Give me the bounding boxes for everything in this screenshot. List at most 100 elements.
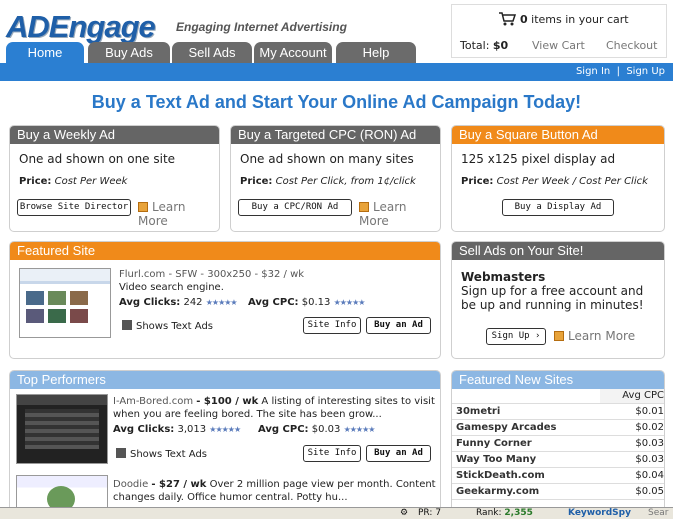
offer-cpc: Buy a Targeted CPC (RON) Ad One ad shown… <box>230 125 441 232</box>
top-item-2-name[interactable]: Doodie <box>113 479 148 490</box>
featured-new-sites-table: Avg CPC 30metri $0.01 Gamespy Arcades $0.0… <box>452 389 664 500</box>
featured-new-sites-box: Featured New Sites Avg CPC 30metri $0.01 … <box>451 370 665 515</box>
rating-stars-icon: ★★★★★ <box>333 298 366 307</box>
top-performers-title: Top Performers <box>10 371 440 389</box>
featured-avg-cpc: Avg CPC: $0.13 ★★★★★ <box>248 297 366 308</box>
status-search-input[interactable]: Sear <box>648 508 668 518</box>
featured-site-desc: Video search engine. <box>119 282 224 293</box>
logo[interactable]: ADEngage <box>6 6 156 44</box>
top-item-1-site-info-button[interactable]: Site Info <box>303 445 361 462</box>
top-item-1-avg-cpc: Avg CPC: $0.03 ★★★★★ <box>258 424 376 435</box>
status-gear-icon[interactable]: ⚙ <box>400 508 408 518</box>
table-row[interactable]: Gamespy Arcades $0.02 <box>452 419 664 436</box>
buy-display-ad-button[interactable]: Buy a Display Ad <box>502 199 614 216</box>
top-item-1-shows-text-ads: Shows Text Ads <box>116 448 207 460</box>
table-row[interactable]: Geekarmy.com $0.05 <box>452 483 664 500</box>
offer-cpc-desc: One ad shown on many sites <box>240 152 414 166</box>
chevron-right-icon: › <box>534 331 541 341</box>
help-icon <box>359 202 369 212</box>
featured-shows-text-ads: Shows Text Ads <box>122 320 213 332</box>
featured-site-box: Featured Site Flurl.com - SFW - 300x250 … <box>9 241 441 359</box>
page-headline: Buy a Text Ad and Start Your Online Ad C… <box>91 92 582 112</box>
tagline: Engaging Internet Advertising <box>176 20 347 34</box>
cart-count-label: items in your cart <box>531 13 629 26</box>
site-name[interactable]: Gamespy Arcades <box>452 419 601 436</box>
cart-total: Total: $0 <box>460 39 508 52</box>
tab-buy-ads[interactable]: Buy Ads <box>88 42 170 64</box>
text-ads-icon <box>122 320 132 330</box>
cart-count: 0 <box>520 13 528 26</box>
offer-weekly-title: Buy a Weekly Ad <box>10 126 219 144</box>
tab-sell-ads[interactable]: Sell Ads <box>172 42 252 64</box>
learn-more-label: Learn More <box>568 329 636 343</box>
sign-in-link[interactable]: Sign In <box>576 66 610 77</box>
table-row[interactable]: StickDeath.com $0.04 <box>452 467 664 484</box>
site-name[interactable]: StickDeath.com <box>452 467 601 484</box>
top-item-1-avg-clicks: Avg Clicks: 3,013 ★★★★★ <box>113 424 241 435</box>
featured-site-thumbnail[interactable] <box>19 268 111 338</box>
site-name[interactable]: Geekarmy.com <box>452 483 601 500</box>
top-performers-box: Top Performers I-Am-Bored.com - $100 / w… <box>9 370 441 515</box>
tab-home[interactable]: Home <box>6 42 84 64</box>
avg-cpc-header: Avg CPC <box>600 389 664 404</box>
site-name[interactable]: Way Too Many <box>452 451 601 468</box>
table-row[interactable]: Way Too Many $0.03 <box>452 451 664 468</box>
tab-my-account[interactable]: My Account <box>254 42 332 64</box>
site-cpc: $0.03 <box>600 451 664 468</box>
text-ads-icon <box>116 448 126 458</box>
browser-status-bar: ⚙ PR: 7 Rank: 2,355 KeywordSpy Sear <box>0 507 673 519</box>
featured-site-name[interactable]: Flurl.com - SFW - 300x250 - $32 / wk <box>119 269 304 280</box>
offer-weekly-price: Price: Cost Per Week <box>19 176 128 187</box>
featured-site-title: Featured Site <box>10 242 440 260</box>
sign-up-label: Sign Up <box>491 331 530 341</box>
offer-cpc-price: Price: Cost Per Click, from 1¢/click <box>240 176 416 187</box>
alexa-rank-indicator: Rank: 2,355 <box>476 508 533 518</box>
offer-weekly: Buy a Weekly Ad One ad shown on one site… <box>9 125 220 232</box>
nav-bar <box>0 63 673 81</box>
site-cpc: $0.02 <box>600 419 664 436</box>
buy-cpc-ad-button[interactable]: Buy a CPC/RON Ad <box>238 199 352 216</box>
help-icon <box>554 331 564 341</box>
cart-box: 0 items in your cart Total: $0 View Cart… <box>451 4 667 58</box>
site-name[interactable]: 30metri <box>452 403 601 420</box>
offer-square: Buy a Square Button Ad 125 x125 pixel di… <box>451 125 665 232</box>
cart-icon[interactable] <box>498 12 516 26</box>
site-cpc: $0.01 <box>600 403 664 420</box>
sell-learn-more[interactable]: Learn More <box>554 329 635 343</box>
sign-up-link[interactable]: Sign Up <box>626 66 665 77</box>
sign-up-button[interactable]: Sign Up › <box>486 328 546 345</box>
site-cpc: $0.04 <box>600 467 664 484</box>
tab-help[interactable]: Help <box>336 42 416 64</box>
offer-square-desc: 125 x125 pixel display ad <box>461 152 616 166</box>
site-name[interactable]: Funny Corner <box>452 435 601 452</box>
offer-cpc-learn-more[interactable]: Learn More <box>359 200 440 228</box>
browse-site-director-button[interactable]: Browse Site Director <box>17 199 131 216</box>
table-header-row: Avg CPC <box>452 389 664 404</box>
site-cpc: $0.05 <box>600 483 664 500</box>
rating-stars-icon: ★★★★★ <box>343 425 376 434</box>
keywordspy-link[interactable]: KeywordSpy <box>568 508 631 518</box>
featured-new-sites-title: Featured New Sites <box>452 371 664 389</box>
rating-stars-icon: ★★★★★ <box>209 425 241 434</box>
top-item-1-buy-ad-button[interactable]: Buy an Ad <box>366 445 431 462</box>
cart-total-label: Total: <box>460 39 490 52</box>
offer-square-title: Buy a Square Button Ad <box>452 126 664 144</box>
top-item-1-thumbnail[interactable] <box>16 394 108 464</box>
auth-separator: | <box>616 66 620 77</box>
table-row[interactable]: 30metri $0.01 <box>452 403 664 420</box>
checkout-link[interactable]: Checkout <box>606 39 657 52</box>
sell-ads-text: Sign up for a free account and be up and… <box>461 284 644 312</box>
help-icon <box>138 202 148 212</box>
logo-text: ADEngage <box>6 9 156 44</box>
auth-links: Sign In | Sign Up <box>576 66 665 77</box>
top-item-1-name[interactable]: I-Am-Bored.com <box>113 396 193 407</box>
featured-site-info-button[interactable]: Site Info <box>303 317 361 334</box>
view-cart-link[interactable]: View Cart <box>532 39 585 52</box>
rating-stars-icon: ★★★★★ <box>205 298 238 307</box>
offer-square-price: Price: Cost Per Week / Cost Per Click <box>461 176 648 187</box>
cart-total-value: $0 <box>492 39 509 52</box>
offer-weekly-learn-more[interactable]: Learn More <box>138 200 219 228</box>
table-row[interactable]: Funny Corner $0.03 <box>452 435 664 452</box>
featured-buy-ad-button[interactable]: Buy an Ad <box>366 317 431 334</box>
top-item-1-text: I-Am-Bored.com - $100 / wk A listing of … <box>113 396 435 420</box>
